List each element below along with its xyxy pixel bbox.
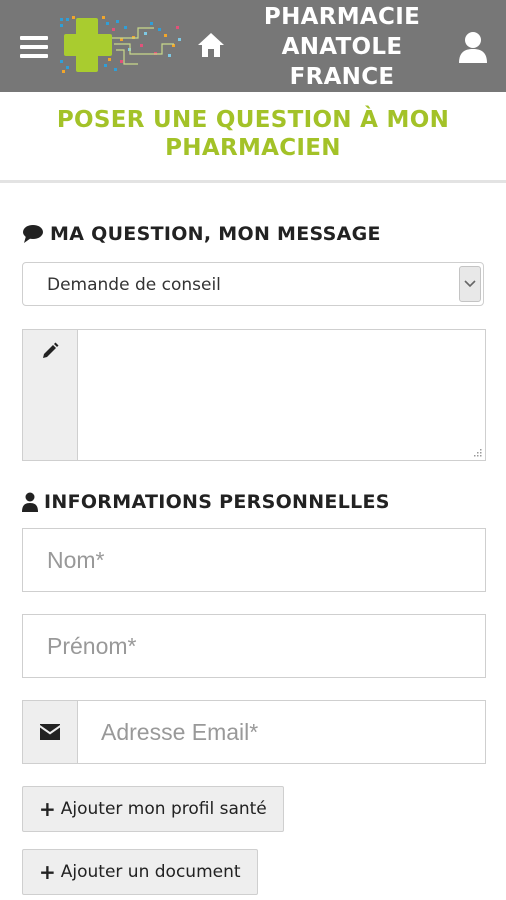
request-type-select[interactable]: Demande de conseil xyxy=(22,262,484,306)
add-health-profile-label: Ajouter mon profil santé xyxy=(60,799,267,819)
chevron-down-icon xyxy=(464,280,476,288)
email-addon xyxy=(23,701,78,763)
add-health-profile-button[interactable]: + Ajouter mon profil santé xyxy=(22,786,284,832)
first-name-placeholder: Prénom* xyxy=(47,633,137,659)
comment-icon xyxy=(23,225,43,243)
add-document-label: Ajouter un document xyxy=(60,862,241,882)
hamburger-icon[interactable] xyxy=(20,36,48,58)
last-name-input[interactable]: Nom* xyxy=(22,528,486,592)
plus-icon: + xyxy=(39,797,56,821)
personal-section-title: INFORMATIONS PERSONNELLES xyxy=(44,491,390,513)
page-title-line-1: POSER UNE QUESTION À MON xyxy=(56,107,450,133)
question-section-heading: MA QUESTION, MON MESSAGE xyxy=(22,221,381,247)
personal-section-heading: INFORMATIONS PERSONNELLES xyxy=(22,489,390,515)
page-title: POSER UNE QUESTION À MON PHARMACIEN xyxy=(30,106,476,162)
message-textarea[interactable] xyxy=(78,330,485,460)
pharmacy-name-line-1: PHARMACIE xyxy=(263,4,421,30)
request-type-value: Demande de conseil xyxy=(47,275,221,295)
pharmacy-logo[interactable] xyxy=(58,14,184,76)
user-icon xyxy=(22,492,38,512)
pharmacy-name-line-2: ANATOLE xyxy=(281,34,403,60)
pharmacy-name[interactable]: PHARMACIE ANATOLE FRANCE xyxy=(240,2,444,92)
add-document-button[interactable]: + Ajouter un document xyxy=(22,849,258,895)
message-field-group xyxy=(22,329,486,461)
page-title-bar: POSER UNE QUESTION À MON PHARMACIEN xyxy=(0,92,506,183)
pharmacy-name-line-3: FRANCE xyxy=(289,64,395,90)
plus-icon: + xyxy=(39,860,56,884)
select-arrow[interactable] xyxy=(459,266,481,302)
home-icon[interactable] xyxy=(196,30,226,60)
question-section-title: MA QUESTION, MON MESSAGE xyxy=(50,223,381,245)
user-icon[interactable] xyxy=(458,30,488,64)
resize-grip-icon[interactable] xyxy=(472,447,482,457)
message-addon xyxy=(23,330,78,460)
last-name-placeholder: Nom* xyxy=(47,547,105,573)
email-input[interactable]: Adresse Email* xyxy=(22,700,486,764)
envelope-icon xyxy=(40,724,60,740)
app-header: PHARMACIE ANATOLE FRANCE xyxy=(0,0,506,92)
pencil-icon xyxy=(43,342,59,358)
email-placeholder: Adresse Email* xyxy=(101,719,259,745)
page-title-line-2: PHARMACIEN xyxy=(165,135,341,161)
first-name-input[interactable]: Prénom* xyxy=(22,614,486,678)
